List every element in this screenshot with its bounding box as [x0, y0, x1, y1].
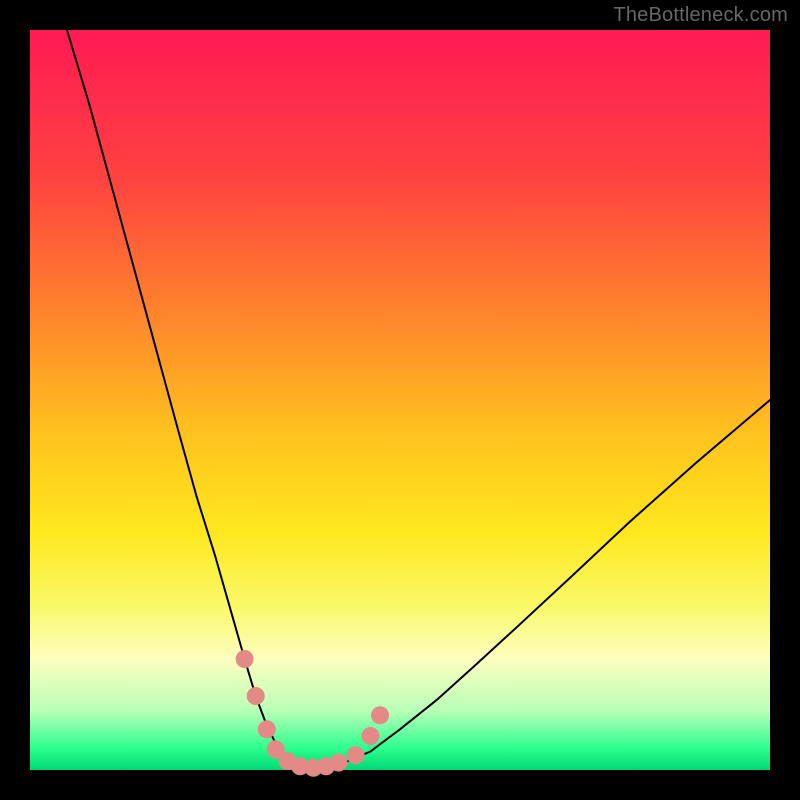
highlight-dot — [347, 746, 365, 764]
highlight-dot — [258, 720, 276, 738]
highlight-dot — [371, 706, 389, 724]
highlight-dot — [236, 650, 254, 668]
highlight-dot — [330, 754, 348, 772]
highlight-dot — [247, 687, 265, 705]
plot-background — [30, 30, 770, 770]
bottleneck-chart — [0, 0, 800, 800]
watermark-text: TheBottleneck.com — [613, 4, 788, 27]
highlight-dot — [361, 727, 379, 745]
chart-container: TheBottleneck.com — [0, 0, 800, 800]
